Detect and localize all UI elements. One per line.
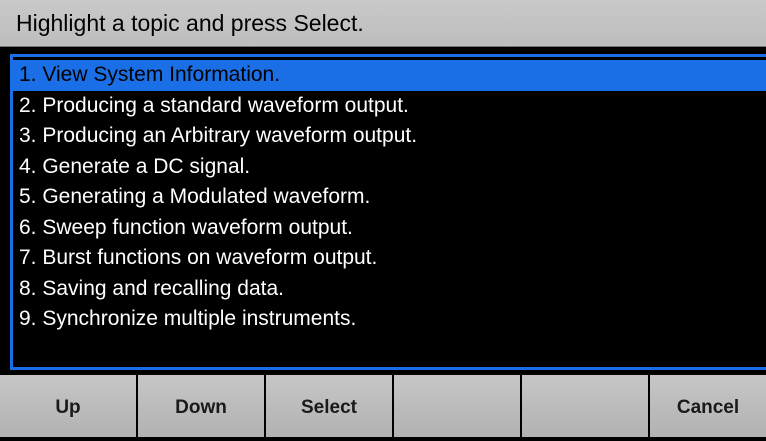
help-screen: Highlight a topic and press Select. 1. V… — [0, 0, 766, 437]
topic-list: 1. View System Information. 2. Producing… — [13, 60, 766, 335]
up-button[interactable]: Up — [0, 375, 138, 437]
topic-item-view-system-information[interactable]: 1. View System Information. — [13, 60, 766, 91]
topic-list-panel: 1. View System Information. 2. Producing… — [10, 54, 766, 370]
topic-item-saving-recalling[interactable]: 8. Saving and recalling data. — [13, 274, 766, 305]
topic-item-modulated-waveform[interactable]: 5. Generating a Modulated waveform. — [13, 182, 766, 213]
title-bar: Highlight a topic and press Select. — [0, 0, 766, 47]
softkey-4-blank[interactable] — [394, 375, 522, 437]
topic-item-arbitrary-waveform[interactable]: 3. Producing an Arbitrary waveform outpu… — [13, 121, 766, 152]
topic-item-dc-signal[interactable]: 4. Generate a DC signal. — [13, 152, 766, 183]
down-button[interactable]: Down — [138, 375, 266, 437]
softkey-5-blank[interactable] — [522, 375, 650, 437]
cancel-button[interactable]: Cancel — [650, 375, 766, 437]
page-title: Highlight a topic and press Select. — [16, 10, 364, 36]
topic-item-sweep-function[interactable]: 6. Sweep function waveform output. — [13, 213, 766, 244]
topic-item-burst-functions[interactable]: 7. Burst functions on waveform output. — [13, 243, 766, 274]
select-button[interactable]: Select — [266, 375, 394, 437]
topic-item-standard-waveform[interactable]: 2. Producing a standard waveform output. — [13, 91, 766, 122]
softkey-bar: Up Down Select Cancel — [0, 375, 766, 437]
topic-item-synchronize[interactable]: 9. Synchronize multiple instruments. — [13, 304, 766, 335]
